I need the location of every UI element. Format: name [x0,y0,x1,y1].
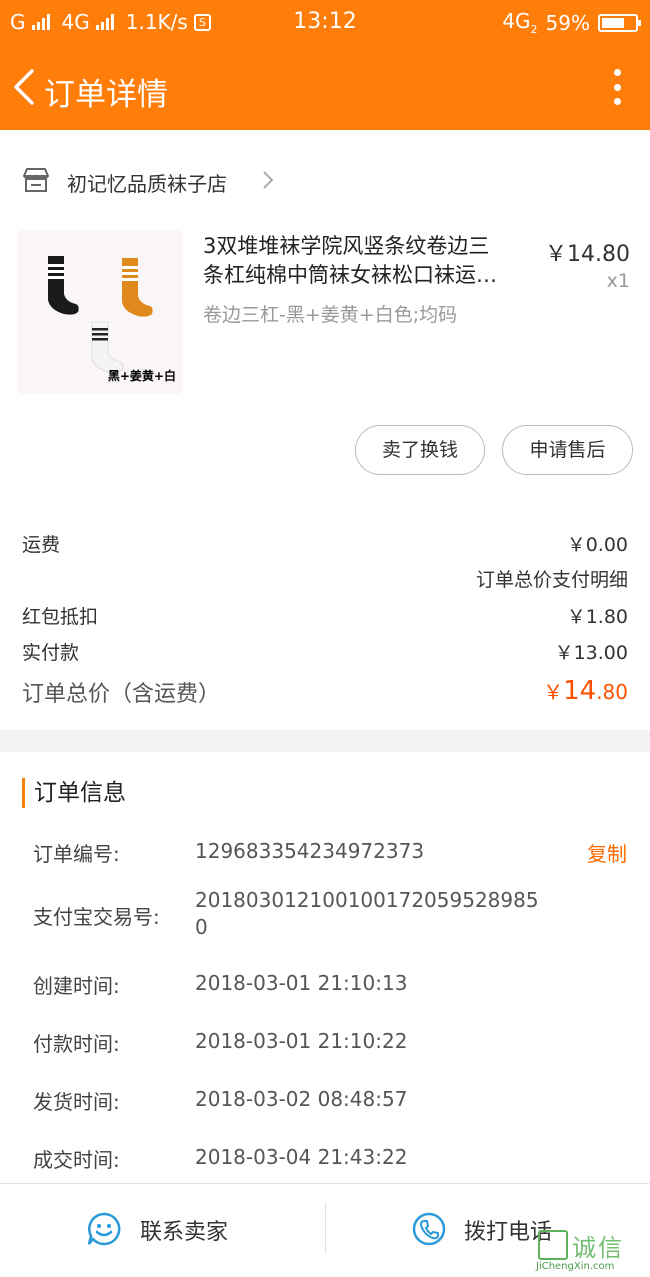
paid-time-value: 2018-03-01 21:10:22 [195,1029,408,1053]
contact-seller-label: 联系卖家 [140,1220,229,1245]
product-sku: 卷边三杠-黑+姜黄+白色;均码 [203,304,458,326]
copy-button[interactable]: 复制 [587,838,627,867]
created-value: 2018-03-01 21:10:13 [195,971,408,995]
shop-name: 初记忆品质袜子店 [67,172,227,196]
more-menu-icon[interactable] [612,69,622,105]
closed-label: 成交时间: [33,1148,120,1172]
sell-button[interactable]: 卖了换钱 [355,425,485,475]
total-value: ￥14.80 [543,676,628,706]
battery-percent: 59% [545,10,590,35]
after-sale-button[interactable]: 申请售后 [502,425,633,475]
product-title-line1: 3双堆堆袜学院风竖条纹卷边三 [203,234,490,258]
order-number-value: 129683354234972373 [195,839,425,863]
battery-icon [598,13,641,32]
paid-label: 实付款 [22,642,80,664]
title-bar: 订单详情 [0,45,650,130]
order-info-title: 订单信息 [22,778,126,808]
closed-value: 2018-03-04 21:43:22 [195,1145,408,1169]
status-bar: G 4G 1.1K/s S 13:12 4G2 59% [0,0,650,45]
price-detail-link[interactable]: 订单总价支付明细 [476,565,628,592]
store-icon [23,168,49,192]
shipped-label: 发货时间: [33,1090,120,1114]
section-divider [0,730,650,752]
redpacket-label: 红包抵扣 [22,606,99,628]
status-right: 4G2 59% [502,9,641,36]
watermark-logo: 诚信 JiChengXin.com [532,1228,642,1274]
product-title[interactable]: 3双堆堆袜学院风竖条纹卷边三 条杠纯棉中筒袜女袜松口袜运… [203,232,535,290]
watermark-text: 诚信 [572,1234,624,1262]
phone-icon [412,1212,446,1246]
redpacket-value: ￥1.80 [566,606,628,628]
product-image[interactable]: 黑+姜黄+白 [18,230,182,394]
watermark-url: JiChengXin.com [536,1261,615,1272]
alipay-value: 2018030121001001720595289850 [195,888,539,939]
order-number-label: 订单编号: [33,842,120,866]
contact-seller-button[interactable]: 联系卖家 [0,1184,325,1274]
back-arrow-icon[interactable] [10,67,40,107]
total-label: 订单总价（含运费） [22,682,221,707]
product-price: ￥14.80 [545,242,630,267]
product-quantity: x1 [606,270,630,292]
page-title: 订单详情 [44,77,168,113]
image-caption: 黑+姜黄+白 [107,369,176,383]
shop-row[interactable]: 初记忆品质袜子店 [0,150,650,210]
product-title-line2: 条杠纯棉中筒袜女袜松口袜运… [203,263,497,287]
network-right-label: 4G2 [502,9,538,36]
paid-value: ￥13.00 [554,642,628,664]
watermark-icon [538,1230,568,1260]
shipped-value: 2018-03-02 08:48:57 [195,1087,408,1111]
chevron-right-icon [263,171,274,189]
created-label: 创建时间: [33,974,120,998]
alipay-label: 支付宝交易号: [33,905,160,929]
shipping-value: ￥0.00 [566,534,628,556]
chat-smile-icon [87,1212,121,1246]
paid-time-label: 付款时间: [33,1032,120,1056]
shipping-label: 运费 [22,534,61,556]
